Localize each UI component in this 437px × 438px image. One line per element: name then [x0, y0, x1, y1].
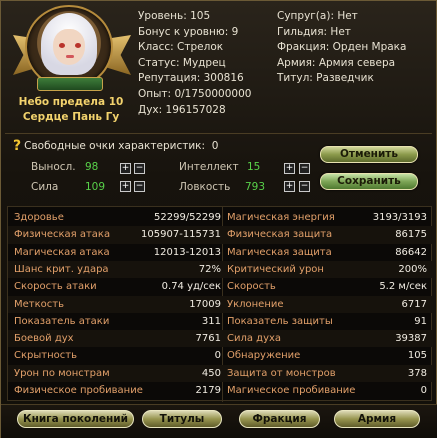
info-status: Статус: Мудрец [138, 56, 226, 69]
agility-minus-icon[interactable]: − [299, 181, 310, 192]
stamina-minus-icon[interactable]: − [134, 163, 145, 174]
strength-plus-icon[interactable]: + [120, 181, 131, 192]
stamina-plus-icon[interactable]: + [120, 163, 131, 174]
character-portrait [11, 5, 131, 93]
info-reputation: Репутация: 300816 [138, 72, 244, 85]
info-title: Титул: Разведчик [277, 72, 374, 85]
attr-strength-value: 109 [85, 181, 106, 193]
save-button[interactable]: Сохранить [320, 173, 418, 190]
character-window: Небо предела 10 Сердце Пань Гу Уровень: … [0, 0, 437, 438]
stat-row: Магическая атака 12013-12013 Магическая з… [14, 246, 427, 258]
portrait-base-decoration [37, 77, 103, 91]
stat-row: Физическая атака 105907-115731 Физическая… [8, 226, 433, 244]
attr-strength: Сила 109 [31, 181, 106, 193]
question-mark-icon[interactable]: ? [13, 138, 21, 154]
stat-row: Скрытность 0 Обнаружение 105 [14, 350, 427, 362]
attr-intellect-value: 15 [247, 161, 261, 173]
stat-row: Шанс крит. удара 72% Критический урон 200% [8, 260, 433, 279]
stat-row: Боевой дух 7761 Сила духа 39387 [8, 330, 433, 348]
attr-agility-value: 793 [245, 181, 266, 193]
attr-stamina-value: 98 [85, 161, 99, 173]
info-column-social: Супруг(а): Нет Гильдия: Нет Фракция: Орд… [277, 9, 406, 87]
agility-plus-icon[interactable]: + [284, 181, 295, 192]
character-name: Небо предела 10 Сердце Пань Гу [9, 95, 133, 125]
portrait-lips [66, 55, 74, 58]
info-army: Армия: Армия севера [277, 56, 396, 69]
stat-row: Урон по монстрам 450 Защита от монстров 37… [8, 364, 433, 382]
stat-row: Показатель атаки 311 Показатель защиты 91 [14, 315, 427, 327]
info-experience: Опыт: 0/1750000000 [138, 87, 252, 100]
info-level-bonus: Бонус к уровню: 9 [138, 25, 239, 38]
divider-top [5, 133, 432, 134]
stats-table: Здоровье 52299/52299 Магическая энергия 31… [7, 206, 433, 402]
info-column-main: Уровень: 105 Бонус к уровню: 9 Класс: Ст… [138, 9, 251, 118]
tab-army[interactable]: Армия [334, 410, 420, 428]
free-points-header: ? Свободные очки характеристик: 0 [13, 138, 219, 154]
character-name-line1: Небо предела 10 [18, 96, 124, 108]
tab-generation-book[interactable]: Книга поколений [17, 410, 134, 428]
stat-row: Здоровье 52299/52299 Магическая энергия 31… [14, 212, 427, 223]
info-level: Уровень: 105 [138, 10, 211, 22]
intellect-minus-icon[interactable]: − [299, 163, 310, 174]
intellect-plus-icon[interactable]: + [284, 163, 295, 174]
bottom-tab-bar: Книга поколений Титулы Фракция Армия [1, 404, 437, 438]
stat-row: Физическое пробивание 2179 Магическое про… [14, 385, 427, 396]
stat-row: Скорость атаки 0.74 уд/сек Скорость 5.2 м/… [14, 281, 427, 293]
character-name-line2: Сердце Пань Гу [22, 111, 120, 123]
cancel-button[interactable]: Отменить [320, 146, 418, 163]
stat-row: Меткость 17009 Уклонение 6717 [8, 295, 433, 313]
info-class: Класс: Стрелок [138, 41, 224, 54]
info-spouse: Супруг(а): Нет [277, 10, 358, 22]
portrait-eyes [59, 43, 81, 49]
tab-faction[interactable]: Фракция [239, 410, 320, 428]
strength-minus-icon[interactable]: − [134, 181, 145, 192]
info-guild: Гильдия: Нет [277, 25, 351, 38]
info-spirit: Дух: 196157028 [138, 103, 226, 116]
attr-agility: Ловкость 793 [179, 181, 266, 193]
attr-stamina: Выносл. 98 [31, 161, 99, 173]
attr-intellect: Интеллект 15 [179, 161, 261, 173]
info-faction: Фракция: Орден Мрака [277, 41, 407, 54]
free-points-value: 0 [211, 140, 219, 152]
tab-titles[interactable]: Титулы [142, 410, 222, 428]
